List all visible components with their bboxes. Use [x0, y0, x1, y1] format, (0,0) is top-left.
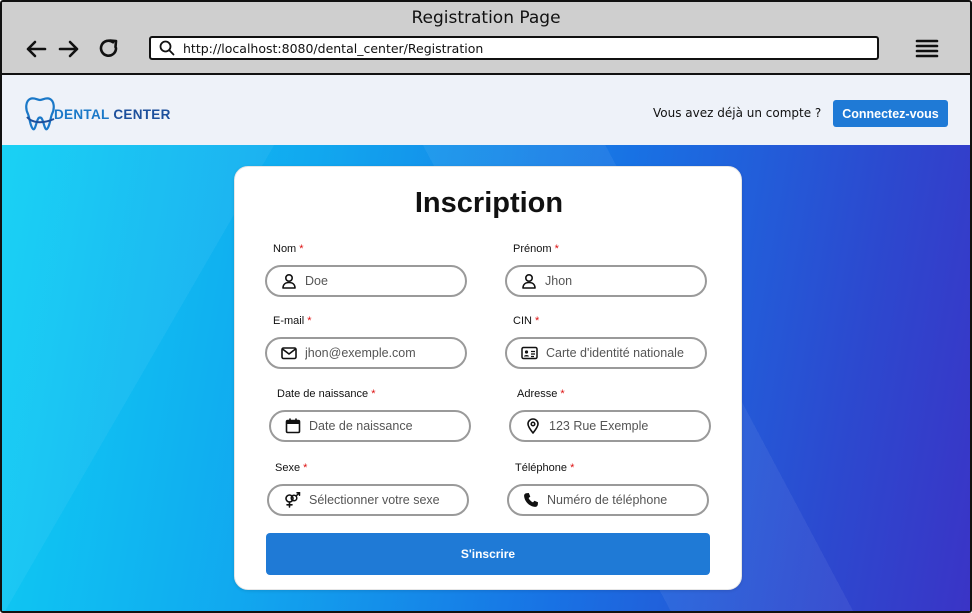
search-icon: [159, 40, 175, 56]
location-pin-icon: [527, 418, 539, 434]
id-card-icon: [521, 346, 538, 360]
browser-menu-button[interactable]: [914, 36, 940, 62]
naissance-placeholder: Date de naissance: [309, 419, 413, 433]
email-label: E-mail *: [273, 315, 312, 327]
hamburger-menu-icon: [915, 39, 939, 58]
phone-input[interactable]: Numéro de téléphone: [507, 484, 709, 516]
browser-window: Registration Page http://localhost:8080/…: [0, 0, 972, 613]
adresse-placeholder: 123 Rue Exemple: [549, 419, 649, 433]
forward-button[interactable]: [56, 36, 82, 62]
address-input[interactable]: 123 Rue Exemple: [509, 410, 711, 442]
required-mark: *: [371, 388, 376, 400]
required-mark: *: [535, 315, 540, 327]
nom-label: Nom *: [273, 243, 304, 255]
adresse-label: Adresse *: [517, 388, 565, 400]
calendar-icon: [285, 418, 301, 434]
gender-select[interactable]: Sélectionner votre sexe: [267, 484, 469, 516]
arrow-right-icon: [58, 40, 79, 58]
required-mark: *: [570, 462, 575, 474]
prenom-placeholder: Jhon: [545, 274, 573, 288]
telephone-placeholder: Numéro de téléphone: [547, 493, 668, 507]
email-placeholder: jhon@exemple.com: [305, 346, 416, 360]
reload-button[interactable]: [96, 36, 122, 62]
reload-icon: [99, 39, 118, 57]
prenom-input[interactable]: Jhon: [505, 265, 707, 297]
back-button[interactable]: [23, 36, 49, 62]
telephone-label: Téléphone *: [515, 462, 575, 474]
phone-icon: [524, 493, 538, 507]
sexe-placeholder: Sélectionner votre sexe: [309, 493, 440, 507]
required-mark: *: [560, 388, 565, 400]
url-text: http://localhost:8080/dental_center/Regi…: [183, 40, 484, 56]
cin-input[interactable]: Carte d'identité nationale: [505, 337, 707, 369]
logo-text-center: CENTER: [109, 106, 171, 122]
registration-card: Inscription Nom * Doe Prénom * Jhon E-ma…: [234, 166, 742, 590]
required-mark: *: [299, 243, 304, 255]
nom-input[interactable]: Doe: [265, 265, 467, 297]
user-icon: [282, 273, 296, 289]
email-input[interactable]: jhon@exemple.com: [265, 337, 467, 369]
app-header: DENTAL CENTER Vous avez déjà un compte ?…: [2, 75, 970, 145]
account-prompt: Vous avez déjà un compte ?: [653, 106, 822, 120]
nom-placeholder: Doe: [305, 274, 328, 288]
register-button[interactable]: S'inscrire: [266, 533, 710, 575]
login-button[interactable]: Connectez-vous: [833, 100, 948, 127]
cin-placeholder: Carte d'identité nationale: [546, 346, 684, 360]
dental-center-logo[interactable]: DENTAL CENTER: [24, 93, 171, 133]
prenom-label: Prénom *: [513, 243, 559, 255]
arrow-left-icon: [26, 40, 47, 58]
address-bar[interactable]: http://localhost:8080/dental_center/Regi…: [149, 36, 879, 60]
required-mark: *: [307, 315, 312, 327]
logo-text-dental: DENTAL: [54, 106, 110, 122]
gender-icon: [285, 492, 301, 508]
form-title: Inscription: [414, 187, 564, 219]
browser-chrome: Registration Page http://localhost:8080/…: [2, 2, 970, 75]
required-mark: *: [554, 243, 559, 255]
naissance-label: Date de naissance *: [277, 388, 376, 400]
user-icon: [522, 273, 536, 289]
window-title: Registration Page: [411, 8, 561, 28]
birthdate-input[interactable]: Date de naissance: [269, 410, 471, 442]
cin-label: CIN *: [513, 315, 540, 327]
sexe-label: Sexe *: [275, 462, 308, 474]
required-mark: *: [303, 462, 308, 474]
envelope-icon: [281, 347, 297, 360]
